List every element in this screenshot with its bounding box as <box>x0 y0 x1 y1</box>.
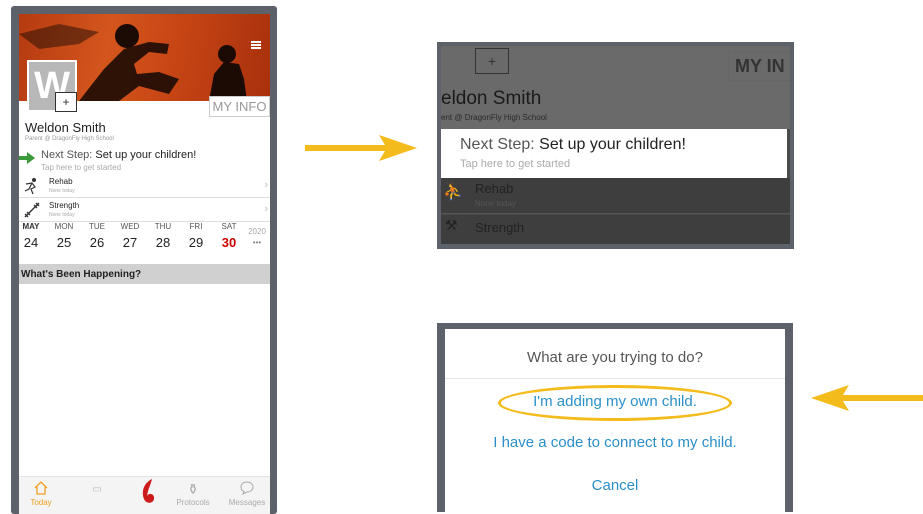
connect-with-code-button[interactable]: I have a code to connect to my child. <box>445 434 785 451</box>
calendar-day[interactable]: MAY 24 <box>19 222 47 250</box>
chevron-right-icon: › <box>264 179 268 191</box>
section-header: What's Been Happening? <box>19 264 270 284</box>
zoom-panel: + MY IN eldon Smith ent @ DragonFly High… <box>441 46 790 244</box>
calendar-day[interactable]: MON 25 <box>48 222 80 250</box>
next-step-label: Next Step: <box>41 149 93 161</box>
tab-label: Today <box>30 498 52 507</box>
dumbbell-icon: ⚒ <box>445 217 458 233</box>
dialog-question: What are you trying to do? <box>527 349 703 366</box>
add-photo-icon[interactable]: + <box>55 92 77 112</box>
list-item-rehab[interactable]: Rehab None today › <box>19 175 270 198</box>
profile-subtitle: Parent @ DragonFly High School <box>25 136 114 142</box>
day-of-week: TUE <box>89 222 105 231</box>
week-calendar: MAY 24 MON 25 TUE 26 WED 27 THU 28 FRI 29 SAT 3… <box>19 222 270 262</box>
green-arrow-icon <box>19 152 35 164</box>
calendar-day-selected[interactable]: SAT 30 <box>213 222 245 250</box>
my-info-button[interactable]: MY INFO <box>209 96 270 117</box>
chat-icon <box>223 481 270 498</box>
day-number: 28 <box>155 235 171 250</box>
next-step-prompt[interactable]: Next Step: Set up your children! <box>41 149 196 161</box>
rehab-icon: ⛹ <box>443 184 463 201</box>
day-number: 30 <box>221 235 237 250</box>
rehab-title: Rehab <box>49 177 73 186</box>
calendar-day[interactable]: FRI 29 <box>180 222 212 250</box>
calendar-day[interactable]: TUE 26 <box>81 222 113 250</box>
phone-screen: W + MY INFO Weldon Smith Parent @ Dragon… <box>19 14 270 514</box>
zoom-row-rehab: ⛹ Rehab None today <box>441 178 790 214</box>
phone-frame: W + MY INFO Weldon Smith Parent @ Dragon… <box>11 6 277 514</box>
day-of-week: THU <box>154 222 172 231</box>
day-number: 29 <box>188 235 204 250</box>
next-step-hint: Tap here to get started <box>41 163 122 172</box>
chevron-right-icon: › <box>264 203 268 215</box>
tab-hidden[interactable]: ▭ <box>73 481 121 498</box>
calendar-year: 2020 <box>248 227 266 236</box>
rehab-icon <box>23 177 41 195</box>
dumbbell-icon <box>23 201 41 219</box>
cancel-button[interactable]: Cancel <box>445 477 785 494</box>
zoom-next-step-label: Next Step: <box>460 136 535 153</box>
zoom-profile-subtitle: ent @ DragonFly High School <box>441 113 547 122</box>
add-own-child-button[interactable]: I'm adding my own child. <box>445 393 785 410</box>
zoom-next-step-hint: Tap here to get started <box>460 158 571 170</box>
rehab-subtitle: None today <box>49 188 75 194</box>
yellow-arrow-right-icon <box>305 135 417 161</box>
next-step-text: Set up your children! <box>95 149 197 161</box>
zoom-next-step-text: Set up your children! <box>539 136 686 153</box>
add-photo-icon: + <box>475 48 509 74</box>
zoom-profile-name: eldon Smith <box>441 88 542 109</box>
day-number: 26 <box>89 235 105 250</box>
calendar-more[interactable]: 2020 ••• <box>243 222 270 247</box>
tab-label: Protocols <box>176 498 210 507</box>
tab-protocols[interactable]: ⚱ Protocols <box>169 481 217 507</box>
protocols-icon: ⚱ <box>187 481 199 497</box>
zoom-my-info: MY IN <box>728 51 790 81</box>
list-item-strength[interactable]: Strength None today › <box>19 199 270 222</box>
profile-name: Weldon Smith <box>25 120 106 135</box>
zoom-next-step: Next Step: Set up your children! <box>460 136 686 154</box>
tab-label: Messages <box>228 498 266 507</box>
divider <box>445 378 785 379</box>
day-number: 24 <box>23 235 39 250</box>
home-icon <box>19 481 65 498</box>
tab-bar: Today ▭ ⚱ Protocols Messages <box>19 476 270 514</box>
zoom-strength-title: Strength <box>475 220 525 235</box>
calendar-day[interactable]: WED 27 <box>114 222 146 250</box>
zoom-rehab-subtitle: None today <box>475 199 516 208</box>
more-icon: ••• <box>252 238 262 247</box>
day-of-week: MAY <box>22 222 40 231</box>
day-of-week: WED <box>120 222 140 231</box>
calendar-day[interactable]: THU 28 <box>147 222 179 250</box>
day-of-week: FRI <box>189 222 203 231</box>
tab-logo[interactable] <box>125 477 173 507</box>
yellow-arrow-left-icon <box>811 385 923 411</box>
strength-subtitle: None today <box>49 212 75 218</box>
day-number: 27 <box>122 235 138 250</box>
day-of-week: MON <box>54 222 74 231</box>
hamburger-menu-icon[interactable] <box>251 41 261 49</box>
faded-tab-icon: ▭ <box>92 484 102 495</box>
day-of-week: SAT <box>221 222 237 231</box>
dragonfly-logo-icon <box>142 479 155 503</box>
strength-title: Strength <box>49 201 80 210</box>
action-dialog: What are you trying to do? I'm adding my… <box>445 329 785 512</box>
tab-today[interactable]: Today <box>19 481 65 507</box>
zoom-next-step-card[interactable]: Next Step: Set up your children! Tap her… <box>441 129 787 178</box>
day-number: 25 <box>56 235 72 250</box>
zoom-row-strength: ⚒ Strength <box>441 215 790 244</box>
zoom-rehab-title: Rehab <box>475 181 514 196</box>
tab-messages[interactable]: Messages <box>223 481 270 507</box>
